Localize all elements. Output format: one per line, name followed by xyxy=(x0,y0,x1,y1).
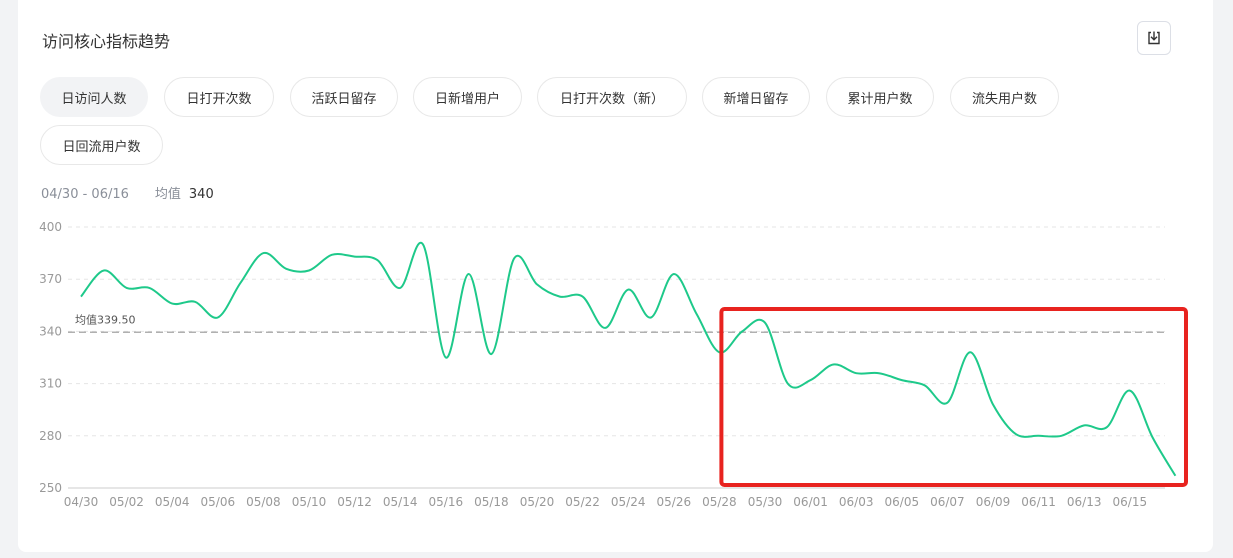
x-tick-label: 06/13 xyxy=(1067,495,1102,509)
x-tick-label: 05/18 xyxy=(474,495,509,509)
x-tick-label: 05/02 xyxy=(109,495,144,509)
x-tick-label: 06/01 xyxy=(793,495,828,509)
x-tick-label: 06/15 xyxy=(1113,495,1148,509)
x-tick-label: 05/24 xyxy=(611,495,646,509)
y-tick-label: 250 xyxy=(39,481,62,495)
x-tick-label: 05/10 xyxy=(292,495,327,509)
x-tick-label: 05/08 xyxy=(246,495,281,509)
y-tick-label: 310 xyxy=(39,377,62,391)
x-tick-label: 04/30 xyxy=(64,495,99,509)
x-tick-label: 05/28 xyxy=(702,495,737,509)
x-tick-label: 05/12 xyxy=(337,495,372,509)
x-tick-label: 05/14 xyxy=(383,495,418,509)
highlight-box xyxy=(719,307,1189,487)
x-tick-label: 05/04 xyxy=(155,495,190,509)
x-tick-label: 06/05 xyxy=(885,495,920,509)
x-tick-label: 05/26 xyxy=(657,495,692,509)
y-tick-label: 340 xyxy=(39,324,62,338)
y-tick-label: 400 xyxy=(39,220,62,234)
x-tick-label: 06/07 xyxy=(930,495,965,509)
y-tick-label: 370 xyxy=(39,272,62,286)
x-tick-label: 05/16 xyxy=(429,495,464,509)
x-tick-label: 06/03 xyxy=(839,495,874,509)
y-tick-label: 280 xyxy=(39,429,62,443)
average-line-label: 均值339.50 xyxy=(75,313,136,326)
x-tick-label: 05/20 xyxy=(520,495,555,509)
x-tick-label: 06/11 xyxy=(1021,495,1056,509)
x-tick-label: 05/30 xyxy=(748,495,783,509)
series-line xyxy=(80,241,1177,477)
x-tick-label: 05/06 xyxy=(201,495,236,509)
x-tick-label: 06/09 xyxy=(976,495,1011,509)
x-tick-label: 05/22 xyxy=(565,495,600,509)
trend-chart: 250 280 310 340 370 400 04/30 05/02 05/04 05/06 05… xyxy=(39,220,1189,509)
